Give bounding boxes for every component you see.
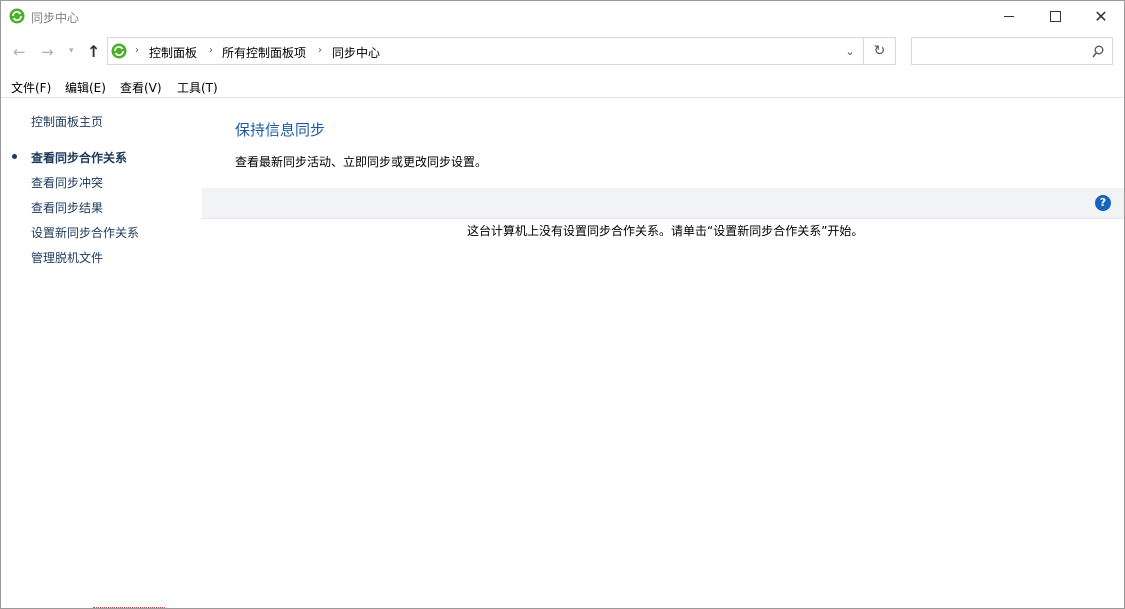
up-arrow-icon[interactable]: ↑ <box>87 42 100 61</box>
chevron-down-icon: ⌄ <box>845 44 855 58</box>
breadcrumb-chevron-icon[interactable]: › <box>135 45 139 56</box>
maximize-icon <box>1049 11 1061 22</box>
status-divider <box>93 606 165 608</box>
help-icon[interactable]: ? <box>1095 195 1111 211</box>
sidebar-item-view-results[interactable]: 查看同步结果 <box>31 199 103 216</box>
window-title: 同步中心 <box>31 11 80 25</box>
control-panel-home-link[interactable]: 控制面板主页 <box>31 113 103 130</box>
command-toolbar: ? <box>202 188 1124 219</box>
empty-list-message: 这台计算机上没有设置同步合作关系。请单击“设置新同步合作关系”开始。 <box>467 224 864 238</box>
forward-arrow-icon[interactable]: → <box>41 43 54 61</box>
refresh-icon: ↻ <box>873 43 886 59</box>
sidebar-item-setup-partnership[interactable]: 设置新同步合作关系 <box>31 224 139 241</box>
menu-edit[interactable]: 编辑(E) <box>65 79 106 96</box>
close-icon: ✕ <box>1094 6 1108 26</box>
breadcrumb-control-panel[interactable]: 控制面板 <box>149 44 197 61</box>
sync-center-icon <box>9 8 25 24</box>
breadcrumb-sync-center[interactable]: 同步中心 <box>332 44 380 61</box>
sidebar-item-manage-offline-files[interactable]: 管理脱机文件 <box>31 249 103 266</box>
page-title: 保持信息同步 <box>235 121 326 139</box>
search-input[interactable] <box>911 37 1113 65</box>
sync-center-icon <box>111 43 127 59</box>
breadcrumb-chevron-icon[interactable]: › <box>209 45 213 56</box>
sidebar-item-view-partnerships[interactable]: 查看同步合作关系 <box>31 149 127 166</box>
menu-file[interactable]: 文件(F) <box>11 79 51 96</box>
navigation-bar: ← → ▾ ↑ › 控制面板 › 所有控制面板项 › 同步中心 ⌄ ↻ <box>1 37 1124 67</box>
search-icon <box>1092 45 1104 58</box>
menu-view[interactable]: 查看(V) <box>120 79 162 96</box>
breadcrumb-all-items[interactable]: 所有控制面板项 <box>222 44 306 61</box>
breadcrumb-chevron-icon[interactable]: › <box>318 45 322 56</box>
address-bar[interactable]: › 控制面板 › 所有控制面板项 › 同步中心 ⌄ ↻ <box>107 37 896 65</box>
title-bar: 同步中心 ✕ <box>1 1 1124 32</box>
current-item-bullet-icon <box>12 154 17 159</box>
recent-locations-chevron-icon[interactable]: ▾ <box>69 46 74 56</box>
maximize-button[interactable] <box>1032 1 1078 32</box>
refresh-button[interactable]: ↻ <box>864 38 895 64</box>
minimize-icon <box>1004 16 1014 17</box>
menu-tools[interactable]: 工具(T) <box>177 79 218 96</box>
sidebar-item-view-conflicts[interactable]: 查看同步冲突 <box>31 174 103 191</box>
back-arrow-icon[interactable]: ← <box>13 43 26 61</box>
sync-center-window: 同步中心 ✕ ← → ▾ ↑ › 控制面板 › 所有控制面板项 › 同步中心 ⌄… <box>0 0 1125 609</box>
page-description: 查看最新同步活动、立即同步或更改同步设置。 <box>235 155 488 169</box>
close-button[interactable]: ✕ <box>1078 1 1124 32</box>
minimize-button[interactable] <box>986 1 1032 32</box>
menu-bar: 文件(F) 编辑(E) 查看(V) 工具(T) <box>1 75 1124 98</box>
address-dropdown-button[interactable]: ⌄ <box>837 38 864 64</box>
